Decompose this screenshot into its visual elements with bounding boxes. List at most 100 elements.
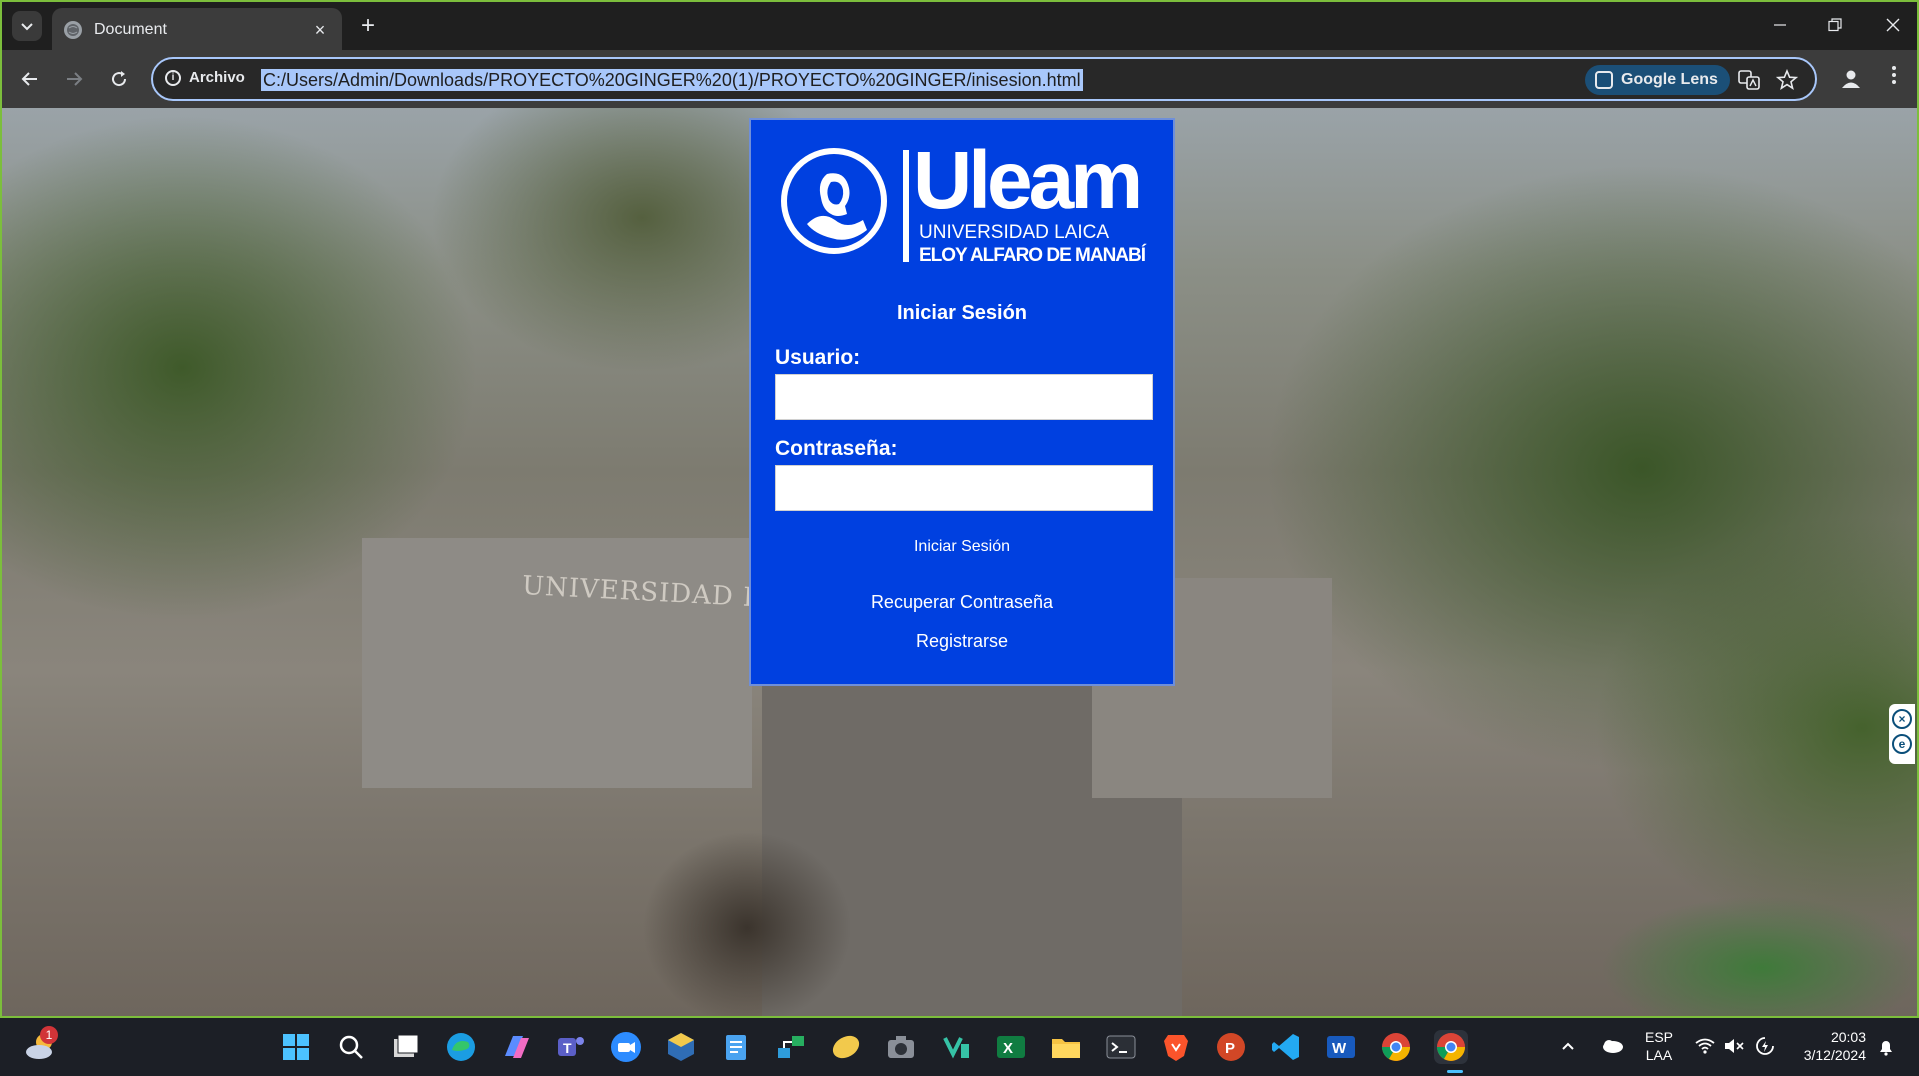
address-bar[interactable]: i Archivo C:/Users/Admin/Downloads/PROYE… <box>151 57 1817 101</box>
word-icon[interactable]: W <box>1324 1030 1358 1064</box>
person-icon <box>1842 70 1860 88</box>
battery-charging-icon[interactable] <box>1754 1037 1776 1076</box>
terminal-icon[interactable] <box>1104 1030 1138 1064</box>
virtualbox-icon[interactable] <box>664 1030 698 1064</box>
volume-muted-icon[interactable] <box>1724 1038 1744 1076</box>
globe-icon <box>64 21 82 39</box>
tab-search-button[interactable] <box>12 11 42 41</box>
zoom-icon[interactable] <box>609 1030 643 1064</box>
start-button[interactable] <box>279 1030 313 1064</box>
recover-password-link[interactable]: Recuperar Contraseña <box>751 592 1173 613</box>
file-explorer-icon[interactable] <box>1049 1030 1083 1064</box>
wifi-icon[interactable] <box>1695 1038 1715 1076</box>
language-primary: ESP <box>1645 1029 1674 1045</box>
reload-icon <box>112 71 127 87</box>
svg-text:T: T <box>563 1040 572 1056</box>
task-view-button[interactable] <box>389 1030 423 1064</box>
brave-icon[interactable] <box>1159 1030 1193 1064</box>
browser-toolbar: i Archivo C:/Users/Admin/Downloads/PROYE… <box>0 50 1919 108</box>
onedrive-cloud-icon[interactable] <box>1600 1036 1624 1076</box>
chevron-down-icon <box>21 23 33 31</box>
login-card: Uleam UNIVERSIDAD LAICA ELOY ALFARO DE M… <box>749 118 1175 686</box>
back-button[interactable] <box>16 65 44 93</box>
notification-bell-icon[interactable] <box>1877 1038 1895 1076</box>
profile-avatar-button[interactable] <box>1837 65 1865 93</box>
search-button[interactable] <box>334 1030 368 1064</box>
site-info-label: Archivo <box>189 69 245 86</box>
translate-icon[interactable] <box>1737 69 1761 93</box>
restore-icon <box>1828 18 1842 32</box>
browser-menu-button[interactable] <box>1882 64 1906 94</box>
restore-button[interactable] <box>1815 12 1855 40</box>
task-view-icon <box>394 1034 419 1057</box>
powerpoint-icon[interactable]: P <box>1214 1030 1248 1064</box>
login-heading: Iniciar Sesión <box>896 302 1028 324</box>
clock[interactable]: 20:03 3/12/2024 <box>1796 1028 1866 1076</box>
info-icon: i <box>165 69 181 86</box>
arrow-right-icon <box>67 72 83 86</box>
password-label: Contraseña: <box>775 437 898 460</box>
new-tab-button[interactable]: + <box>354 12 382 40</box>
edge-browser-icon[interactable] <box>444 1030 478 1064</box>
weather-widget[interactable]: 1 <box>24 1026 58 1062</box>
teams-icon[interactable]: T <box>554 1030 588 1064</box>
password-input[interactable] <box>775 465 1153 511</box>
network-tool-icon[interactable] <box>774 1030 808 1064</box>
camera-icon[interactable] <box>884 1030 918 1064</box>
tab-title: Document <box>94 21 167 38</box>
logo-subtitle-2: ELOY ALFARO DE MANABÍ <box>919 245 1146 266</box>
google-lens-label: Google Lens <box>1621 71 1718 88</box>
windows-icon <box>283 1034 309 1060</box>
search-icon <box>339 1035 363 1059</box>
background-statue <box>612 788 882 1016</box>
close-circle-icon[interactable]: × <box>1892 709 1912 729</box>
edge-extension-icon[interactable]: e <box>1892 734 1912 754</box>
chrome-icon[interactable] <box>1379 1030 1413 1064</box>
bookmark-star-icon[interactable] <box>1775 68 1799 93</box>
background-lawn <box>1562 878 1917 1016</box>
sticky-app-icon[interactable] <box>829 1030 863 1064</box>
lens-icon <box>1595 71 1613 89</box>
svg-text:W: W <box>1332 1040 1347 1057</box>
username-input[interactable] <box>775 374 1153 420</box>
excel-icon[interactable]: X <box>994 1030 1028 1064</box>
university-seal-icon <box>781 148 887 254</box>
notepad-icon[interactable] <box>719 1030 753 1064</box>
reload-button[interactable] <box>105 65 133 93</box>
google-lens-button[interactable]: Google Lens <box>1585 65 1730 95</box>
url-text[interactable]: C:/Users/Admin/Downloads/PROYECTO%20GING… <box>261 69 1083 91</box>
copilot-icon[interactable] <box>499 1030 533 1064</box>
vscode-icon[interactable] <box>1269 1030 1303 1064</box>
taskbar: 1 T X P W ESP LAA 20:03 3/12/2024 <box>0 1018 1919 1076</box>
forward-button[interactable] <box>60 65 88 93</box>
tray-overflow-chevron-icon[interactable] <box>1560 1038 1576 1076</box>
visual-studio-icon[interactable] <box>939 1030 973 1064</box>
more-vertical-icon <box>1892 66 1896 84</box>
logo-wordmark: Uleam <box>913 135 1143 226</box>
page-viewport: UNIVERSIDAD LAI Uleam UNIVERSIDAD LAICA … <box>0 108 1919 1018</box>
minimize-icon <box>1774 24 1786 26</box>
chrome-active-icon[interactable] <box>1434 1030 1468 1064</box>
login-button[interactable]: Iniciar Sesión <box>751 538 1173 556</box>
svg-text:P: P <box>1225 1040 1235 1057</box>
arrow-left-icon <box>21 72 37 86</box>
tab-close-button[interactable]: × <box>310 20 330 41</box>
site-info-button[interactable]: i Archivo <box>165 69 245 86</box>
logo-subtitle-1: UNIVERSIDAD LAICA <box>919 222 1110 243</box>
username-label: Usuario: <box>775 346 861 369</box>
language-secondary: LAA <box>1645 1047 1673 1063</box>
side-extension-panel[interactable]: × e <box>1889 704 1915 764</box>
minimize-button[interactable] <box>1760 12 1800 40</box>
close-icon <box>1886 18 1900 32</box>
weather-badge: 1 <box>40 1026 58 1044</box>
clock-date: 3/12/2024 <box>1803 1047 1866 1063</box>
close-window-button[interactable] <box>1873 12 1913 40</box>
logo-divider <box>903 150 909 262</box>
active-app-indicator <box>1447 1070 1463 1073</box>
svg-text:X: X <box>1003 1040 1013 1057</box>
browser-titlebar: Document × + <box>0 0 1919 52</box>
uleam-logo: Uleam UNIVERSIDAD LAICA ELOY ALFARO DE M… <box>781 140 1151 266</box>
language-indicator[interactable]: ESP LAA <box>1645 1028 1673 1076</box>
tab-document[interactable]: Document × <box>52 8 342 52</box>
register-link[interactable]: Registrarse <box>751 631 1173 652</box>
